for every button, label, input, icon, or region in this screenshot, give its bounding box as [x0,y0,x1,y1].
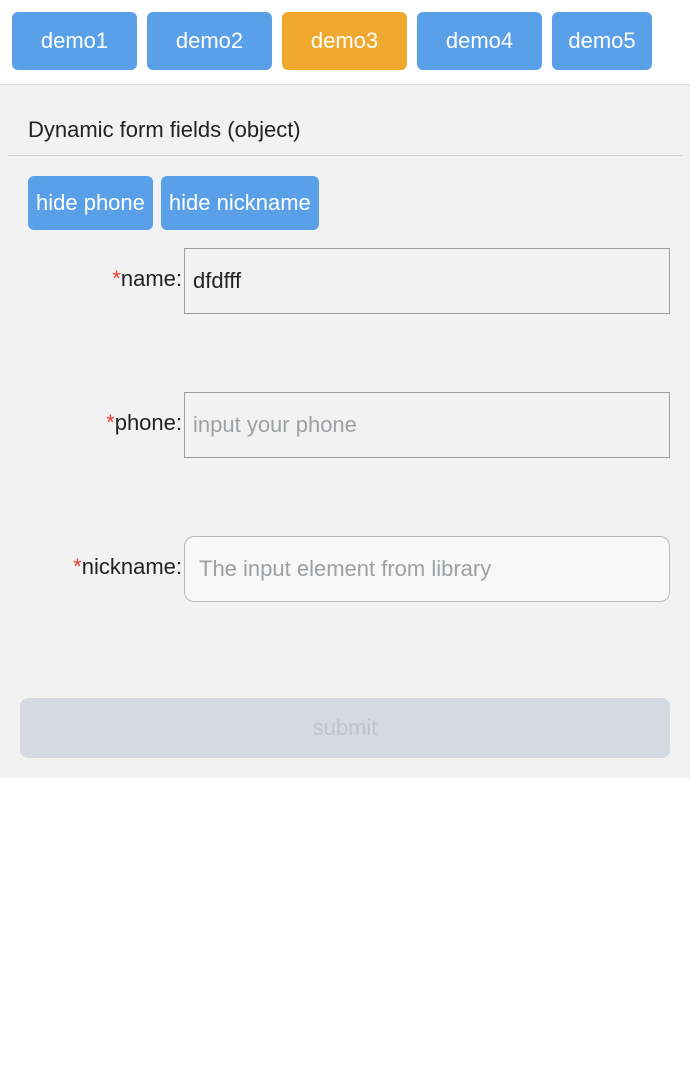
hide-nickname-button[interactable]: hide nickname [161,176,319,230]
name-label: *name: [20,230,184,292]
tab-demo5[interactable]: demo5 [552,12,652,70]
name-label-text: name: [121,266,182,291]
submit-button[interactable]: submit [20,698,670,758]
name-input[interactable] [184,248,670,314]
required-mark: * [73,554,82,579]
nickname-input[interactable] [184,536,670,602]
phone-input-wrap [184,374,670,458]
nickname-input-wrap [184,518,670,602]
form-row-nickname: *nickname: [0,518,690,658]
form-row-name: *name: [0,230,690,370]
hide-phone-button[interactable]: hide phone [28,176,153,230]
tab-demo1[interactable]: demo1 [12,12,137,70]
page-body: Dynamic form fields (object) hide phone … [0,85,690,778]
required-mark: * [106,410,115,435]
tab-demo3[interactable]: demo3 [282,12,407,70]
phone-label: *phone: [20,374,184,436]
phone-input[interactable] [184,392,670,458]
required-mark: * [112,266,121,291]
toggle-row: hide phone hide nickname [0,156,690,230]
tab-demo2[interactable]: demo2 [147,12,272,70]
nickname-label-text: nickname: [82,554,182,579]
form-row-phone: *phone: [0,374,690,514]
phone-label-text: phone: [115,410,182,435]
tabs-row: demo1 demo2 demo3 demo4 demo5 [0,0,690,85]
submit-row: submit [0,658,690,778]
tab-demo4[interactable]: demo4 [417,12,542,70]
name-input-wrap [184,230,670,314]
page-title: Dynamic form fields (object) [8,85,682,156]
nickname-label: *nickname: [20,518,184,580]
